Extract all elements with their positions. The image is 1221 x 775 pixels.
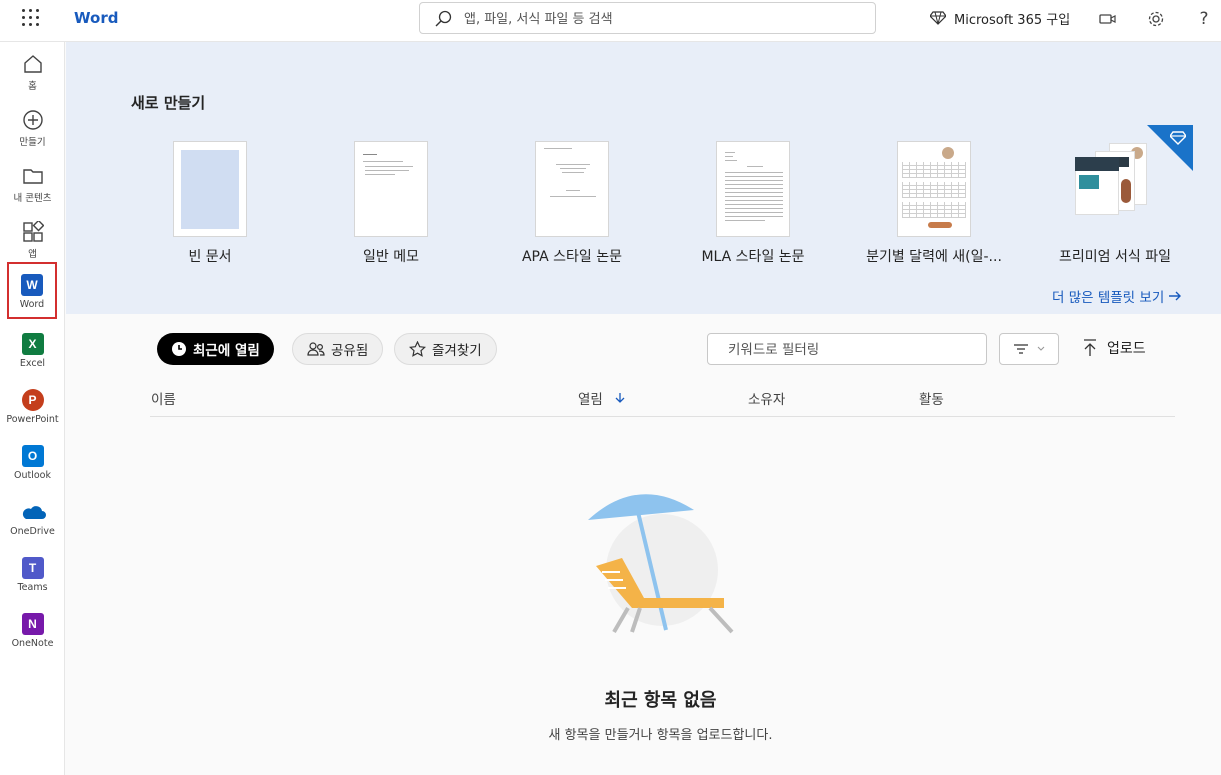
outlook-icon: O (21, 445, 44, 467)
create-new-section: 새로 만들기 빈 문서 일반 메모 APA 스타일 논문 MLA 스타일 논문 … (66, 42, 1221, 314)
teams-icon: T (21, 557, 44, 579)
search-icon (435, 10, 452, 27)
apps-icon (22, 221, 44, 242)
people-icon (307, 342, 325, 356)
rail-item-create[interactable]: 만들기 (0, 103, 65, 159)
template-name: APA 스타일 논문 (521, 249, 622, 265)
app-launcher-icon[interactable] (22, 9, 42, 29)
rail-item-teams[interactable]: T Teams (0, 551, 65, 607)
diamond-icon (930, 11, 946, 25)
excel-icon: X (21, 333, 44, 355)
tab-recent[interactable]: 최근에 열림 (157, 333, 274, 365)
column-header-name[interactable]: 이름 (151, 388, 176, 408)
template-thumbnail (1075, 141, 1155, 237)
sort-down-arrow-icon (615, 393, 625, 403)
tab-shared-label: 공유됨 (331, 343, 369, 359)
template-quarterly-calendar[interactable]: 분기별 달력에 새(일-... (859, 141, 1009, 266)
rail-label: Teams (17, 582, 48, 593)
word-icon: W (21, 274, 43, 296)
star-icon (409, 341, 426, 357)
powerpoint-icon: P (21, 389, 44, 411)
template-thumbnail (897, 141, 971, 237)
more-templates-link[interactable]: 더 많은 템플릿 보기 (1052, 286, 1182, 306)
rail-item-my-content[interactable]: 내 콘텐츠 (0, 159, 65, 215)
column-opened-label: 열림 (578, 392, 603, 408)
template-apa-paper[interactable]: APA 스타일 논문 (497, 141, 647, 266)
template-name: 일반 메모 (363, 249, 419, 265)
rail-item-powerpoint[interactable]: P PowerPoint (0, 383, 65, 439)
rail-label: Excel (19, 358, 46, 369)
rail-item-onedrive[interactable]: OneDrive (0, 495, 65, 551)
upload-icon (1084, 339, 1096, 356)
tab-shared[interactable]: 공유됨 (292, 333, 384, 365)
keyword-filter-input[interactable] (728, 340, 978, 360)
more-templates-label: 더 많은 템플릿 보기 (1052, 290, 1165, 306)
help-icon[interactable]: ? (1193, 8, 1215, 30)
onedrive-icon (22, 506, 46, 519)
template-thumbnail (173, 141, 247, 237)
rail-label: OneDrive (10, 526, 55, 537)
filter-icon (1014, 344, 1028, 354)
chevron-down-icon (1037, 346, 1045, 351)
rail-label: Outlook (14, 470, 51, 481)
upload-label: 업로드 (1107, 341, 1146, 357)
home-icon (23, 55, 42, 73)
template-thumbnail (354, 141, 428, 237)
template-name: 프리미엄 서식 파일 (1059, 249, 1171, 265)
search-box[interactable] (419, 2, 876, 34)
tab-favorites-label: 즐겨찾기 (432, 343, 482, 359)
column-header-owner[interactable]: 소유자 (748, 388, 785, 408)
keyword-filter-box[interactable] (707, 333, 987, 365)
template-mla-paper[interactable]: MLA 스타일 논문 (678, 141, 828, 266)
header-divider (150, 416, 1175, 417)
rail-label: 홈 (28, 81, 37, 92)
rail-item-outlook[interactable]: O Outlook (0, 439, 65, 495)
sort-filter-button[interactable] (999, 333, 1059, 365)
folder-icon (22, 169, 43, 184)
buy-m365-button[interactable]: Microsoft 365 구입 (930, 8, 1070, 28)
upload-button[interactable]: 업로드 (1083, 338, 1146, 358)
template-general-notes[interactable]: 일반 메모 (316, 141, 466, 266)
rail-item-onenote[interactable]: N OneNote (0, 607, 65, 663)
template-blank-document[interactable]: 빈 문서 (135, 141, 285, 266)
empty-state-title: 최근 항목 없음 (604, 690, 717, 711)
search-input[interactable] (464, 9, 864, 29)
left-rail: 홈 만들기 내 콘텐츠 앱 W Word X Excel P PowerPoin… (0, 42, 65, 775)
tab-favorites[interactable]: 즐겨찾기 (394, 333, 497, 365)
create-new-title: 새로 만들기 (131, 94, 206, 112)
template-thumbnail (716, 141, 790, 237)
template-name: 빈 문서 (188, 249, 232, 265)
rail-label: 앱 (28, 249, 37, 260)
rail-item-home[interactable]: 홈 (0, 47, 65, 103)
column-header-opened[interactable]: 열림 (578, 388, 625, 408)
video-icon[interactable] (1097, 8, 1119, 30)
template-name: MLA 스타일 논문 (701, 249, 805, 265)
arrow-right-icon (1169, 291, 1182, 301)
rail-item-word[interactable]: W Word (7, 262, 57, 319)
rail-label: Word (19, 299, 45, 310)
template-name: 분기별 달력에 새(일-... (866, 249, 1002, 265)
rail-label: 만들기 (19, 137, 46, 148)
clock-icon (172, 342, 186, 356)
plus-circle-icon (22, 110, 43, 130)
template-thumbnail (535, 141, 609, 237)
buy-m365-label: Microsoft 365 구입 (954, 12, 1071, 28)
app-title[interactable]: Word (74, 9, 118, 27)
rail-item-excel[interactable]: X Excel (0, 327, 65, 383)
tab-recent-label: 최근에 열림 (193, 343, 260, 359)
beach-chair-illustration (588, 494, 734, 634)
premium-diamond-icon (1170, 131, 1186, 145)
column-header-activity[interactable]: 활동 (919, 388, 944, 408)
rail-label: 내 콘텐츠 (13, 193, 52, 204)
rail-label: PowerPoint (6, 414, 59, 425)
onenote-icon: N (21, 613, 44, 635)
empty-state-subtitle: 새 항목을 만들거나 항목을 업로드합니다. (548, 728, 773, 743)
settings-gear-icon[interactable] (1145, 8, 1167, 30)
rail-label: OneNote (11, 638, 54, 649)
top-bar: Word Microsoft 365 구입 ? (0, 0, 1221, 42)
